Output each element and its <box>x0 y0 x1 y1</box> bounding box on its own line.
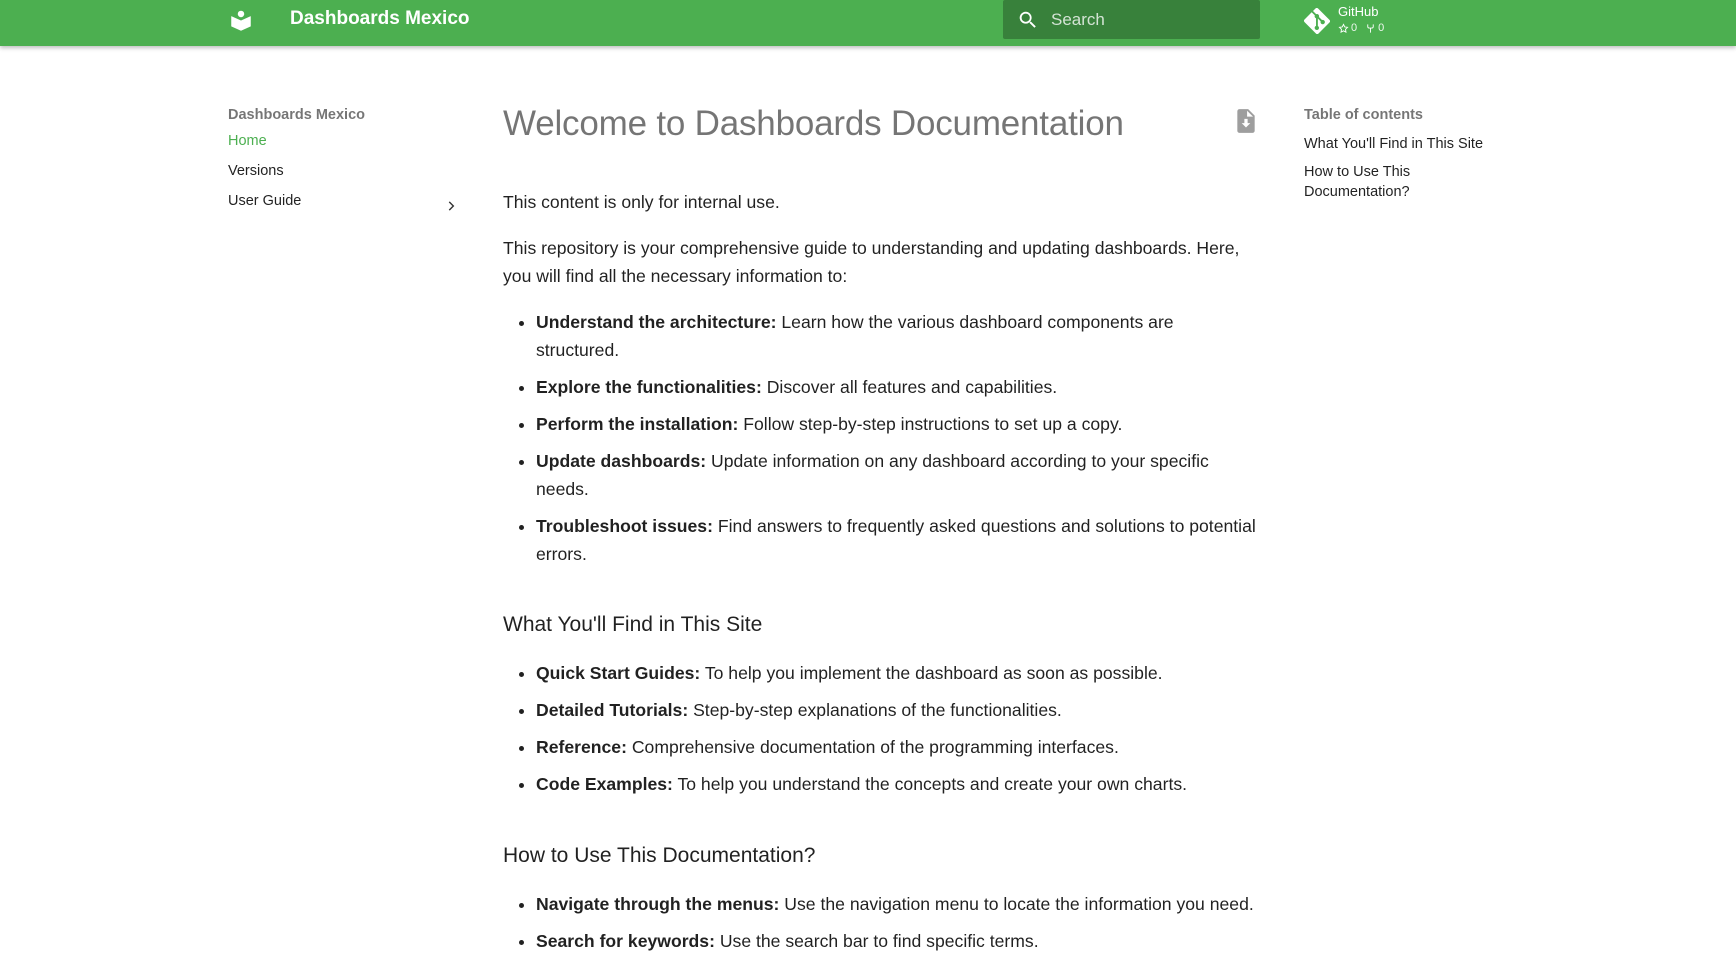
list-term: Search for keywords: <box>536 931 715 951</box>
list-item: Navigate through the menus: Use the navi… <box>536 890 1258 918</box>
list-item: Code Examples: To help you understand th… <box>536 770 1258 798</box>
find-list: Quick Start Guides: To help you implemen… <box>503 659 1258 798</box>
list-text: Step-by-step explanations of the functio… <box>688 700 1062 720</box>
list-term: Code Examples: <box>536 774 673 794</box>
nav-item-home[interactable]: Home <box>228 126 458 156</box>
list-text: To help you understand the concepts and … <box>672 774 1188 794</box>
section-heading-find: What You'll Find in This Site <box>503 613 763 636</box>
stars-count: 0 <box>1338 22 1357 34</box>
list-item: Update dashboards: Update information on… <box>536 447 1258 503</box>
search-input[interactable]: Search <box>1051 10 1105 30</box>
list-term: Update dashboards: <box>536 451 707 471</box>
repo-name: GitHub <box>1338 4 1379 19</box>
star-icon <box>1338 22 1349 33</box>
search-icon <box>1017 9 1039 31</box>
list-item: Troubleshoot issues: Find answers to fre… <box>536 512 1258 568</box>
list-item: Quick Start Guides: To help you implemen… <box>536 659 1258 687</box>
list-item: Reference: Comprehensive documentation o… <box>536 733 1258 761</box>
list-text: Use the navigation menu to locate the in… <box>779 894 1254 914</box>
primary-nav: Dashboards Mexico Home Versions User Gui… <box>228 104 458 216</box>
repo-facts: 0 0 <box>1338 22 1384 34</box>
list-term: Reference: <box>536 737 627 757</box>
overview-list: Understand the architecture: Learn how t… <box>503 308 1258 568</box>
list-term: Perform the installation: <box>536 414 739 434</box>
list-term: Navigate through the menus: <box>536 894 780 914</box>
list-term: Understand the architecture: <box>536 312 777 332</box>
list-text: Discover all features and capabilities. <box>761 377 1058 397</box>
stars-value: 0 <box>1351 22 1358 34</box>
search-box[interactable]: Search <box>1003 0 1260 39</box>
list-text: Use the search bar to find specific term… <box>714 931 1039 951</box>
main-content: Welcome to Dashboards Documentation This… <box>503 96 1258 964</box>
list-text: To help you implement the dashboard as s… <box>700 663 1163 683</box>
header: Dashboards Mexico Search GitHub 0 0 <box>0 0 1736 46</box>
list-item: Detailed Tutorials: Step-by-step explana… <box>536 696 1258 724</box>
nav-item-user-guide[interactable]: User Guide <box>228 186 458 216</box>
forks-value: 0 <box>1378 22 1385 34</box>
forks-count: 0 <box>1365 22 1384 34</box>
site-title[interactable]: Dashboards Mexico <box>290 8 470 30</box>
how-to-use-list: Navigate through the menus: Use the navi… <box>503 890 1258 955</box>
toc-item-how-to-use[interactable]: How to Use This Documentation? <box>1304 162 1519 202</box>
fork-icon <box>1367 23 1374 33</box>
nav-item-label: User Guide <box>228 193 302 209</box>
list-term: Troubleshoot issues: <box>536 516 713 536</box>
chevron-right-icon[interactable] <box>444 194 458 211</box>
list-term: Explore the functionalities: <box>536 377 762 397</box>
list-item: Understand the architecture: Learn how t… <box>536 308 1258 364</box>
list-item: Search for keywords: Use the search bar … <box>536 927 1258 955</box>
download-page-icon[interactable] <box>1233 106 1261 136</box>
list-term: Quick Start Guides: <box>536 663 701 683</box>
table-of-contents: Table of contents What You'll Find in Th… <box>1304 104 1519 202</box>
list-text: Comprehensive documentation of the progr… <box>626 737 1119 757</box>
page-title: Welcome to Dashboards Documentation <box>503 104 1124 143</box>
section-heading-how-to-use: How to Use This Documentation? <box>503 844 816 867</box>
list-term: Detailed Tutorials: <box>536 700 689 720</box>
list-text: Follow step-by-step instructions to set … <box>738 414 1123 434</box>
nav-item-versions[interactable]: Versions <box>228 156 458 186</box>
intro-note: This content is only for internal use. <box>503 192 780 212</box>
list-item: Perform the installation: Follow step-by… <box>536 410 1258 438</box>
intro-paragraph: This repository is your comprehensive gu… <box>503 238 1240 286</box>
toc-title: Table of contents <box>1304 107 1423 123</box>
nav-title: Dashboards Mexico <box>228 107 365 123</box>
toc-item-what-youll-find[interactable]: What You'll Find in This Site <box>1304 134 1519 154</box>
git-icon <box>1304 8 1330 34</box>
book-icon[interactable] <box>228 8 254 34</box>
list-item: Explore the functionalities: Discover al… <box>536 373 1258 401</box>
